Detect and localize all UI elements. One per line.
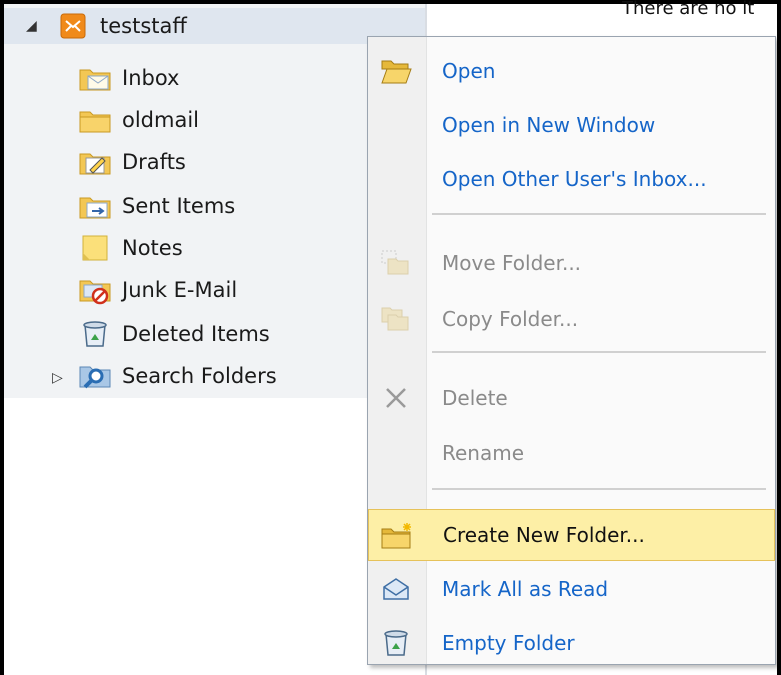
tree-root-label: teststaff — [100, 14, 187, 38]
menu-item-mark-all-read[interactable]: Mark All as Read — [368, 563, 775, 615]
menu-separator — [432, 351, 766, 353]
tree-item-notes[interactable]: Notes — [78, 228, 183, 268]
menu-item-label: Create New Folder... — [443, 523, 645, 547]
recycle-bin-icon — [78, 317, 112, 351]
menu-item-label: Mark All as Read — [442, 577, 609, 601]
tree-item-deleted-items[interactable]: Deleted Items — [78, 314, 270, 354]
junk-folder-icon — [78, 273, 112, 307]
empty-message-text: There are no it — [622, 0, 755, 19]
tree-item-junk-email[interactable]: Junk E-Mail — [78, 270, 237, 310]
copy-folder-icon — [376, 301, 416, 337]
collapse-arrow-icon[interactable]: ◢ — [26, 18, 37, 34]
drafts-folder-icon — [78, 145, 112, 179]
tree-item-oldmail[interactable]: oldmail — [78, 100, 199, 140]
folder-tree: ◢ teststaff Inbox oldmail Drafts Sent It… — [4, 4, 425, 398]
menu-item-label: Copy Folder... — [442, 307, 579, 331]
window-frame-right — [777, 0, 781, 675]
folder-icon — [78, 103, 112, 137]
tree-item-sent-items[interactable]: Sent Items — [78, 186, 235, 226]
menu-item-label: Open Other User's Inbox... — [442, 167, 707, 191]
folder-pane: ◢ teststaff Inbox oldmail Drafts Sent It… — [4, 4, 425, 675]
menu-item-label: Move Folder... — [442, 251, 582, 275]
recycle-bin-icon — [376, 625, 416, 661]
menu-item-label: Open in New Window — [442, 113, 656, 137]
tree-root-teststaff[interactable]: teststaff — [56, 6, 187, 46]
menu-separator — [432, 213, 766, 215]
menu-item-label: Open — [442, 59, 496, 83]
menu-item-rename[interactable]: Rename — [368, 427, 775, 479]
open-folder-icon — [376, 53, 416, 89]
menu-item-move-folder[interactable]: Move Folder... — [368, 237, 775, 289]
folder-context-menu: Open Open in New Window Open Other User'… — [367, 36, 776, 665]
delete-x-icon — [376, 380, 416, 416]
tree-item-label: Notes — [122, 236, 183, 260]
menu-item-open-other-users-inbox[interactable]: Open Other User's Inbox... — [368, 153, 775, 205]
menu-item-create-new-folder[interactable]: Create New Folder... — [368, 509, 775, 561]
menu-item-label: Delete — [442, 386, 508, 410]
inbox-folder-icon — [78, 61, 112, 95]
menu-item-delete[interactable]: Delete — [368, 372, 775, 424]
search-folder-icon — [78, 359, 112, 393]
tree-item-inbox[interactable]: Inbox — [78, 58, 179, 98]
menu-item-empty-folder[interactable]: Empty Folder — [368, 617, 775, 669]
menu-item-label: Empty Folder — [442, 631, 575, 655]
sent-folder-icon — [78, 189, 112, 223]
tree-item-label: Sent Items — [122, 194, 236, 218]
tree-item-label: Drafts — [122, 150, 186, 174]
tree-item-label: Search Folders — [122, 364, 277, 388]
menu-item-open[interactable]: Open — [368, 45, 775, 97]
menu-item-open-new-window[interactable]: Open in New Window — [368, 99, 775, 151]
tree-item-label: Junk E-Mail — [122, 278, 238, 302]
new-folder-icon — [377, 518, 417, 554]
move-folder-icon — [376, 245, 416, 281]
tree-item-label: Inbox — [122, 66, 180, 90]
expand-arrow-icon[interactable]: ▷ — [52, 370, 63, 386]
tree-item-label: Deleted Items — [122, 322, 270, 346]
mark-read-icon — [376, 571, 416, 607]
menu-item-copy-folder[interactable]: Copy Folder... — [368, 293, 775, 345]
tree-item-search-folders[interactable]: Search Folders — [78, 356, 277, 396]
menu-item-label: Rename — [442, 441, 525, 465]
mailbox-icon — [56, 9, 90, 43]
tree-item-drafts[interactable]: Drafts — [78, 142, 186, 182]
notes-icon — [78, 231, 112, 265]
menu-separator — [432, 488, 766, 490]
tree-item-label: oldmail — [122, 108, 200, 132]
